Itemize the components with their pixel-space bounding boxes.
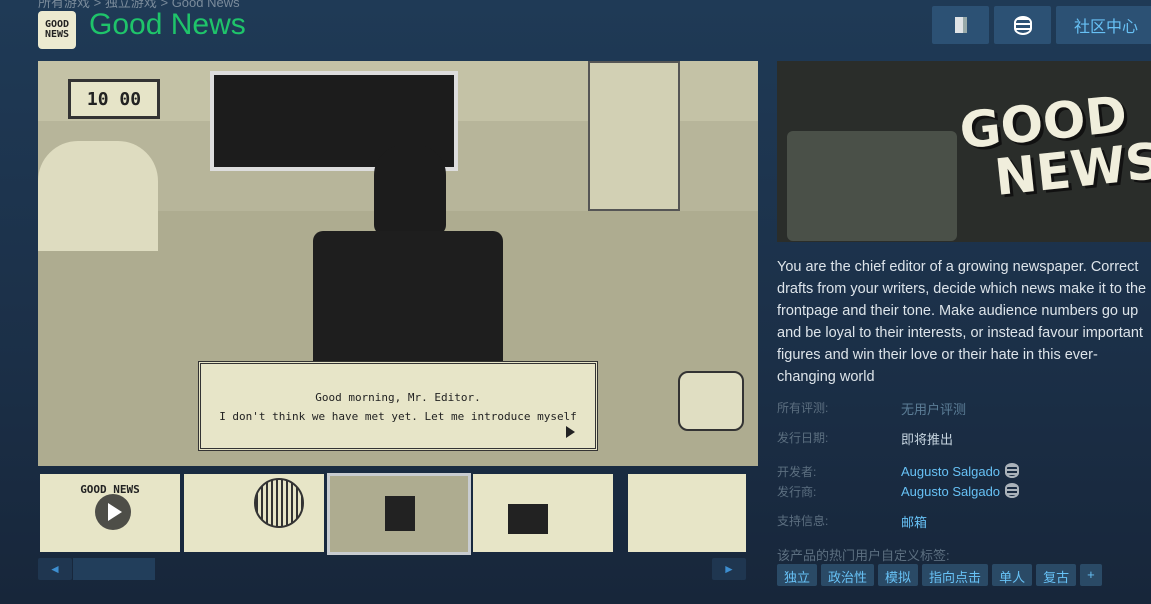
thumbnail-video[interactable]: GOOD NEWS [40, 474, 180, 552]
reviews-value: 无用户评测 [901, 402, 967, 417]
curator-icon [1005, 483, 1020, 498]
app-logo: GOOD NEWS [38, 11, 76, 49]
tag[interactable]: 单人 [992, 564, 1033, 586]
tag[interactable]: 模拟 [878, 564, 919, 586]
curator-icon [1005, 463, 1020, 478]
tag[interactable]: 独立 [777, 564, 818, 586]
game-description: You are the chief editor of a growing ne… [777, 259, 1147, 385]
play-icon [95, 494, 131, 530]
dialogue-line: I don't think we have met yet. Let me in… [219, 410, 577, 423]
dialogue-line: Good morning, Mr. Editor. [315, 391, 481, 404]
tags-list: 独立 政治性 模拟 指向点击 单人 复古 + [777, 564, 1102, 586]
thumbnail-selected[interactable] [327, 473, 471, 555]
points-button[interactable] [994, 6, 1051, 44]
page-title: Good News [89, 8, 246, 41]
header-capsule-image: GOOD NEWS [777, 61, 1151, 242]
tag[interactable]: 政治性 [821, 564, 875, 586]
ignore-icon [954, 17, 967, 33]
tag[interactable]: 复古 [1036, 564, 1077, 586]
dialogue-box[interactable]: Good morning, Mr. Editor. I don't think … [198, 361, 598, 451]
publisher-link[interactable]: Augusto Salgado [901, 484, 1000, 499]
release-date-label: 发行日期: [777, 431, 829, 445]
thumbnail[interactable] [184, 474, 324, 552]
support-label: 支持信息: [777, 514, 829, 528]
support-email-link[interactable]: 邮箱 [901, 512, 927, 531]
thumbnail[interactable] [473, 474, 613, 552]
clock: 10 00 [68, 79, 160, 119]
developer-label: 开发者: [777, 465, 817, 479]
community-hub-button[interactable]: 社区中心 [1056, 6, 1151, 44]
breadcrumb-link[interactable]: 所有游戏 [38, 0, 90, 10]
main-screenshot[interactable]: 10 00 Good morning, Mr. Editor. I don't … [38, 61, 758, 466]
points-icon [1013, 15, 1032, 35]
publisher-label: 发行商: [777, 485, 817, 499]
tag[interactable]: 指向点击 [922, 564, 989, 586]
scroll-right-button[interactable]: ► [712, 558, 746, 580]
reviews-label: 所有评测: [777, 401, 829, 415]
thumbnail[interactable] [628, 474, 746, 552]
ignore-button[interactable] [932, 6, 989, 44]
tags-label: 该产品的热门用户自定义标签: [777, 548, 950, 563]
release-date-value: 即将推出 [901, 432, 954, 447]
scrollbar-thumb[interactable] [73, 558, 155, 580]
capsule-title: NEWS [991, 131, 1151, 207]
next-arrow-icon[interactable] [566, 426, 575, 438]
add-tag-button[interactable]: + [1080, 564, 1102, 586]
developer-link[interactable]: Augusto Salgado [901, 464, 1000, 479]
scroll-left-button[interactable]: ◄ [38, 558, 72, 580]
